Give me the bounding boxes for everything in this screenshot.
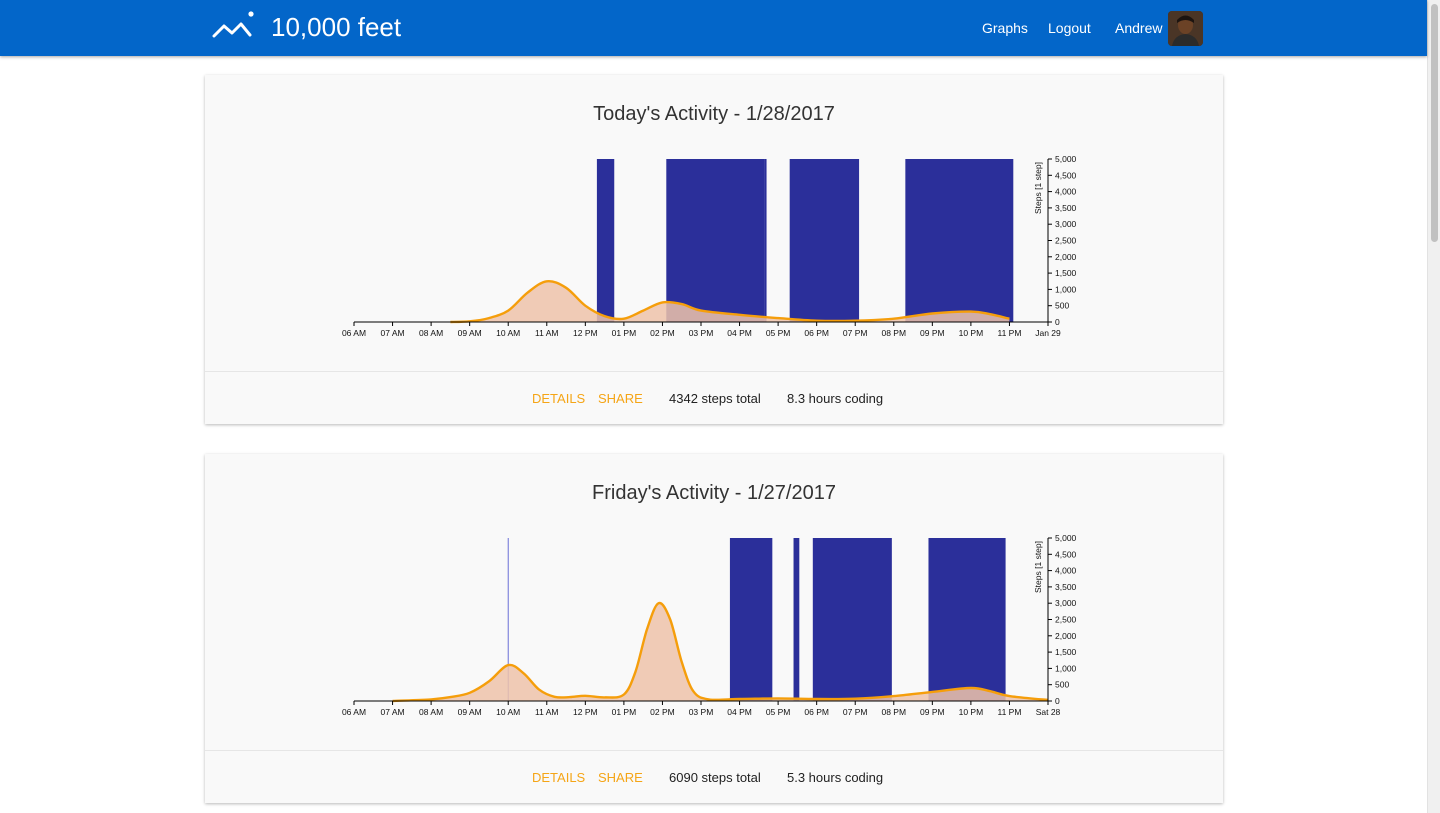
x-tick-label: 09 AM [458, 707, 482, 717]
y-tick-label: 2,000 [1055, 252, 1077, 262]
x-tick-label: 06 AM [342, 707, 366, 717]
y-tick-label: 1,000 [1055, 663, 1077, 673]
x-tick-label: 05 PM [766, 707, 791, 717]
activity-chart: 06 AM 07 AM 08 AM 09 AM 10 AM 11 AM 12 PM 01 PM… [342, 533, 1077, 717]
x-tick-label: 01 PM [612, 707, 637, 717]
share-button[interactable]: SHARE [598, 391, 643, 407]
y-tick-label: 500 [1055, 301, 1069, 311]
card-footer: DETAILS SHARE 4342 steps total 8.3 hours… [205, 371, 1223, 426]
share-button[interactable]: SHARE [598, 770, 643, 786]
x-tick-label: 09 AM [458, 328, 482, 338]
y-tick-label: 3,000 [1055, 598, 1077, 608]
brand-title[interactable]: 10,000 feet [271, 11, 401, 43]
activity-card: Today's Activity - 1/28/2017 06 AM 07 AM 0… [205, 75, 1223, 424]
nav-user-name[interactable]: Andrew [1115, 19, 1162, 37]
coding-block [666, 159, 765, 322]
activity-card: Friday's Activity - 1/27/2017 06 AM 07 AM… [205, 454, 1223, 803]
coding-block [789, 159, 860, 322]
x-tick-label: 02 PM [650, 707, 675, 717]
coding-block [905, 159, 1014, 322]
page-scrollbar[interactable] [1427, 0, 1440, 813]
x-tick-label: 05 PM [766, 328, 791, 338]
coding-block [928, 538, 1006, 701]
x-tick-label: 12 PM [573, 328, 598, 338]
x-tick-label: 04 PM [727, 707, 752, 717]
y-tick-label: 2,500 [1055, 615, 1077, 625]
x-tick-label: 04 PM [727, 328, 752, 338]
x-tick-label: 03 PM [689, 707, 714, 717]
y-tick-label: 4,500 [1055, 549, 1077, 559]
nav-logout-link[interactable]: Logout [1048, 19, 1091, 37]
y-tick-label: 4,500 [1055, 170, 1077, 180]
x-tick-label: 09 PM [920, 328, 945, 338]
x-tick-label: Sat 28 [1036, 707, 1061, 717]
y-tick-label: 3,000 [1055, 219, 1077, 229]
y-tick-label: 5,000 [1055, 533, 1077, 543]
y-tick-label: 1,000 [1055, 284, 1077, 294]
coding-block [764, 159, 767, 322]
y-tick-label: 2,500 [1055, 236, 1077, 246]
y-tick-label: 3,500 [1055, 203, 1077, 213]
x-tick-label: 03 PM [689, 328, 714, 338]
x-tick-label: 07 PM [843, 328, 868, 338]
coding-hours: 5.3 hours coding [787, 770, 884, 785]
coding-block [596, 159, 615, 322]
y-tick-label: 0 [1055, 696, 1060, 706]
x-tick-label: 11 PM [997, 707, 1021, 717]
y-tick-label: 4,000 [1055, 187, 1077, 197]
x-tick-label: 07 PM [843, 707, 868, 717]
mountain-logo-icon[interactable] [212, 10, 258, 42]
x-tick-label: 10 PM [959, 328, 984, 338]
x-tick-label: 10 PM [959, 707, 984, 717]
x-tick-label: 07 AM [381, 707, 405, 717]
steps-total: 6090 steps total [669, 770, 761, 785]
x-tick-label: 06 PM [804, 328, 829, 338]
coding-block [729, 538, 773, 701]
x-tick-label: 10 AM [496, 328, 520, 338]
y-tick-label: 500 [1055, 680, 1069, 690]
top-navbar: 10,000 feet Graphs Logout Andrew [0, 0, 1427, 56]
x-tick-label: 10 AM [496, 707, 520, 717]
avatar[interactable] [1168, 11, 1203, 46]
x-tick-label: 11 PM [997, 328, 1021, 338]
x-tick-label: 02 PM [650, 328, 675, 338]
y-tick-label: 1,500 [1055, 647, 1077, 657]
x-tick-label: 06 AM [342, 328, 366, 338]
x-tick-label: 01 PM [612, 328, 637, 338]
x-tick-label: 11 AM [535, 328, 558, 338]
x-tick-label: 08 PM [881, 707, 906, 717]
x-tick-label: 08 AM [419, 707, 443, 717]
coding-block [812, 538, 892, 701]
card-footer: DETAILS SHARE 6090 steps total 5.3 hours… [205, 750, 1223, 805]
y-tick-label: 5,000 [1055, 154, 1077, 164]
nav-graphs-link[interactable]: Graphs [982, 19, 1028, 37]
y-tick-label: 4,000 [1055, 566, 1077, 576]
x-tick-label: 11 AM [535, 707, 558, 717]
y-tick-label: 1,500 [1055, 268, 1077, 278]
scrollbar-thumb[interactable] [1431, 4, 1438, 242]
x-tick-label: 12 PM [573, 707, 598, 717]
activity-chart: 06 AM 07 AM 08 AM 09 AM 10 AM 11 AM 12 PM 01 PM… [342, 154, 1077, 338]
y-axis-label: Steps [1 step] [1033, 162, 1043, 214]
details-button[interactable]: DETAILS [532, 391, 585, 407]
coding-hours: 8.3 hours coding [787, 391, 884, 406]
x-tick-label: 08 PM [881, 328, 906, 338]
y-axis-label: Steps [1 step] [1033, 541, 1043, 593]
x-tick-label: 09 PM [920, 707, 945, 717]
x-tick-label: 08 AM [419, 328, 443, 338]
y-tick-label: 0 [1055, 317, 1060, 327]
x-tick-label: Jan 29 [1035, 328, 1061, 338]
x-tick-label: 06 PM [804, 707, 829, 717]
steps-total: 4342 steps total [669, 391, 761, 406]
details-button[interactable]: DETAILS [532, 770, 585, 786]
y-tick-label: 2,000 [1055, 631, 1077, 641]
coding-block [793, 538, 800, 701]
y-tick-label: 3,500 [1055, 582, 1077, 592]
x-tick-label: 07 AM [381, 328, 405, 338]
